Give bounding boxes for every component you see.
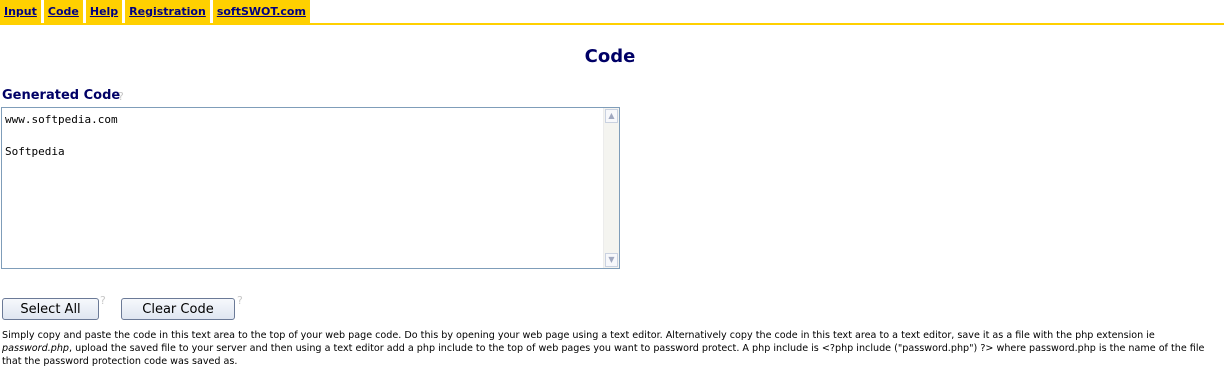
page-title: Code	[584, 46, 636, 67]
instructions-part1: Simply copy and paste the code in this t…	[2, 330, 1155, 341]
nav-item-help[interactable]: Help	[85, 0, 123, 23]
nav-item-input[interactable]: Input	[0, 0, 41, 23]
textarea-scrollbar[interactable]: ▲ ▼	[603, 108, 619, 268]
generated-code-help-icon[interactable]: ?	[118, 90, 124, 103]
generated-code-text[interactable]: www.softpedia.com Softpedia	[5, 112, 603, 264]
generated-code-textarea[interactable]: www.softpedia.com Softpedia ▲ ▼	[1, 107, 620, 269]
instructions-filename: password.php	[2, 343, 70, 354]
instructions-text: Simply copy and paste the code in this t…	[2, 329, 1220, 368]
nav-item-registration[interactable]: Registration	[125, 0, 210, 23]
nav-divider	[0, 23, 1224, 25]
select-all-button[interactable]: Select All	[2, 298, 99, 320]
instructions-part2: , upload the saved file to your server a…	[2, 343, 1205, 367]
clear-code-button[interactable]: Clear Code	[121, 298, 235, 320]
select-all-help-icon[interactable]: ?	[100, 294, 106, 307]
nav-item-code[interactable]: Code	[43, 0, 83, 23]
nav-item-softswot[interactable]: softSWOT.com	[212, 0, 310, 23]
scroll-down-icon[interactable]: ▼	[605, 253, 618, 267]
scroll-up-icon[interactable]: ▲	[605, 109, 618, 123]
clear-code-help-icon[interactable]: ?	[237, 294, 243, 307]
generated-code-label: Generated Code	[2, 88, 121, 103]
top-nav: Input Code Help Registration softSWOT.co…	[0, 0, 313, 23]
